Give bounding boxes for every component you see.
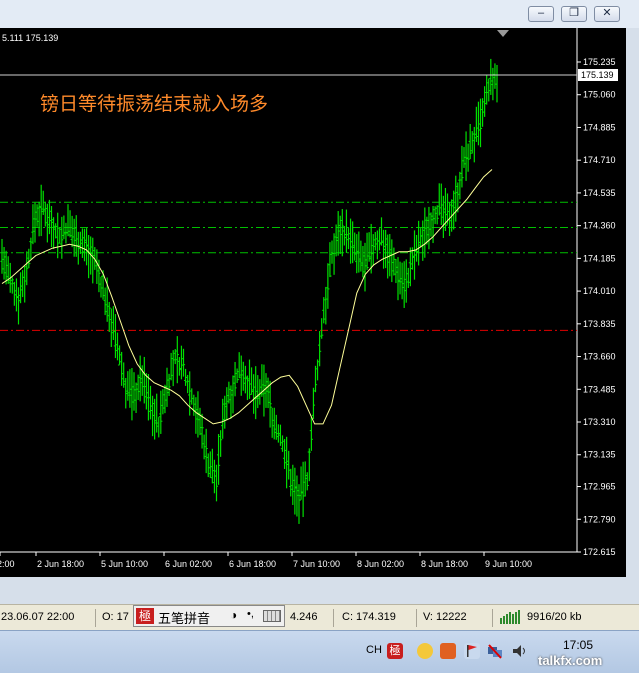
soft-keyboard-icon[interactable] bbox=[263, 610, 281, 622]
horizontal-levels bbox=[0, 201, 577, 331]
time-tick-label: 02:00 bbox=[0, 559, 15, 569]
close-button[interactable]: ✕ bbox=[594, 6, 620, 22]
ime-toolbar[interactable]: 極 五笔拼音 ◑ •, bbox=[133, 605, 285, 627]
status-close: C: 174.319 bbox=[342, 611, 396, 623]
price-tick-label: 173.135 bbox=[583, 450, 616, 460]
time-tick-label: 6 Jun 02:00 bbox=[165, 559, 212, 569]
time-scale: 02:00 2 Jun 18:00 5 Jun 10:00 6 Jun 02:00 6 … bbox=[0, 552, 532, 569]
price-info-text: 5.111 175.139 bbox=[2, 33, 58, 43]
price-tick-label: 173.485 bbox=[583, 384, 616, 394]
price-tick-label: 173.310 bbox=[583, 417, 616, 427]
status-open: O: 17 bbox=[102, 611, 129, 623]
minimize-button[interactable]: ‒ bbox=[528, 6, 554, 22]
status-volume: V: 12222 bbox=[423, 611, 467, 623]
chart-shift-marker[interactable] bbox=[497, 30, 509, 37]
price-tick-label: 174.710 bbox=[583, 155, 616, 165]
restore-button[interactable]: ❐ bbox=[561, 6, 587, 22]
price-scale: 175.235 175.060 174.885 174.710 174.535 174.3… bbox=[577, 57, 616, 557]
price-bars bbox=[0, 58, 498, 524]
network-tray-icon[interactable] bbox=[487, 643, 503, 659]
language-indicator[interactable]: CH bbox=[366, 644, 382, 656]
price-tick-label: 175.060 bbox=[583, 90, 616, 100]
chart-annotation[interactable]: 镑日等待振荡结束就入场多 bbox=[40, 93, 268, 115]
price-tick-label: 174.010 bbox=[583, 286, 616, 296]
time-tick-label: 7 Jun 10:00 bbox=[293, 559, 340, 569]
window-right-border bbox=[626, 28, 639, 577]
time-tick-label: 9 Jun 10:00 bbox=[485, 559, 532, 569]
security-tray-icon[interactable] bbox=[440, 643, 456, 659]
status-connection: 9916/20 kb bbox=[527, 611, 582, 623]
ime-logo-icon[interactable]: 極 bbox=[136, 608, 154, 624]
volume-tray-icon[interactable] bbox=[511, 643, 527, 659]
price-tick-label: 174.185 bbox=[583, 253, 616, 263]
price-tick-label: 172.790 bbox=[583, 514, 616, 524]
price-tick-label: 174.885 bbox=[583, 122, 616, 132]
window-titlebar: ‒ ❐ ✕ bbox=[0, 0, 639, 28]
clock-time[interactable]: 17:05 bbox=[563, 638, 593, 652]
ime-mode-label[interactable]: 五笔拼音 bbox=[158, 608, 210, 627]
price-tick-label: 173.835 bbox=[583, 319, 616, 329]
price-tick-label: 172.965 bbox=[583, 482, 616, 492]
price-chart[interactable]: 5.111 175.139 镑日等待振荡结束就入场多 175.235 175.06… bbox=[0, 28, 626, 577]
price-tick-label: 174.535 bbox=[583, 188, 616, 198]
taskbar: CH 極 17:05 talkfx.com bbox=[0, 630, 639, 673]
status-bar: 23.06.07 22:00 O: 17 4.246 C: 174.319 V:… bbox=[0, 604, 639, 631]
price-tick-label: 173.660 bbox=[583, 352, 616, 362]
status-datetime: 23.06.07 22:00 bbox=[1, 611, 75, 623]
qq-tray-icon[interactable] bbox=[417, 643, 433, 659]
time-tick-label: 8 Jun 18:00 bbox=[421, 559, 468, 569]
chart-canvas[interactable]: 5.111 175.139 镑日等待振荡结束就入场多 175.235 175.06… bbox=[0, 28, 626, 577]
time-tick-label: 5 Jun 10:00 bbox=[101, 559, 148, 569]
status-low: 4.246 bbox=[290, 611, 318, 623]
time-tick-label: 2 Jun 18:00 bbox=[37, 559, 84, 569]
price-tick-label: 175.235 bbox=[583, 57, 616, 67]
watermark-text: talkfx.com bbox=[538, 653, 603, 668]
ime-tray-icon[interactable]: 極 bbox=[387, 643, 403, 659]
flag-tray-icon[interactable] bbox=[464, 643, 480, 659]
current-price-label: 175.139 bbox=[581, 70, 614, 80]
connection-bars-icon bbox=[500, 610, 522, 624]
moon-icon[interactable]: ◑ bbox=[230, 608, 237, 622]
price-tick-label: 174.360 bbox=[583, 221, 616, 231]
punctuation-icon[interactable]: •, bbox=[247, 608, 254, 620]
time-tick-label: 8 Jun 02:00 bbox=[357, 559, 404, 569]
price-tick-label: 172.615 bbox=[583, 547, 616, 557]
time-tick-label: 6 Jun 18:00 bbox=[229, 559, 276, 569]
